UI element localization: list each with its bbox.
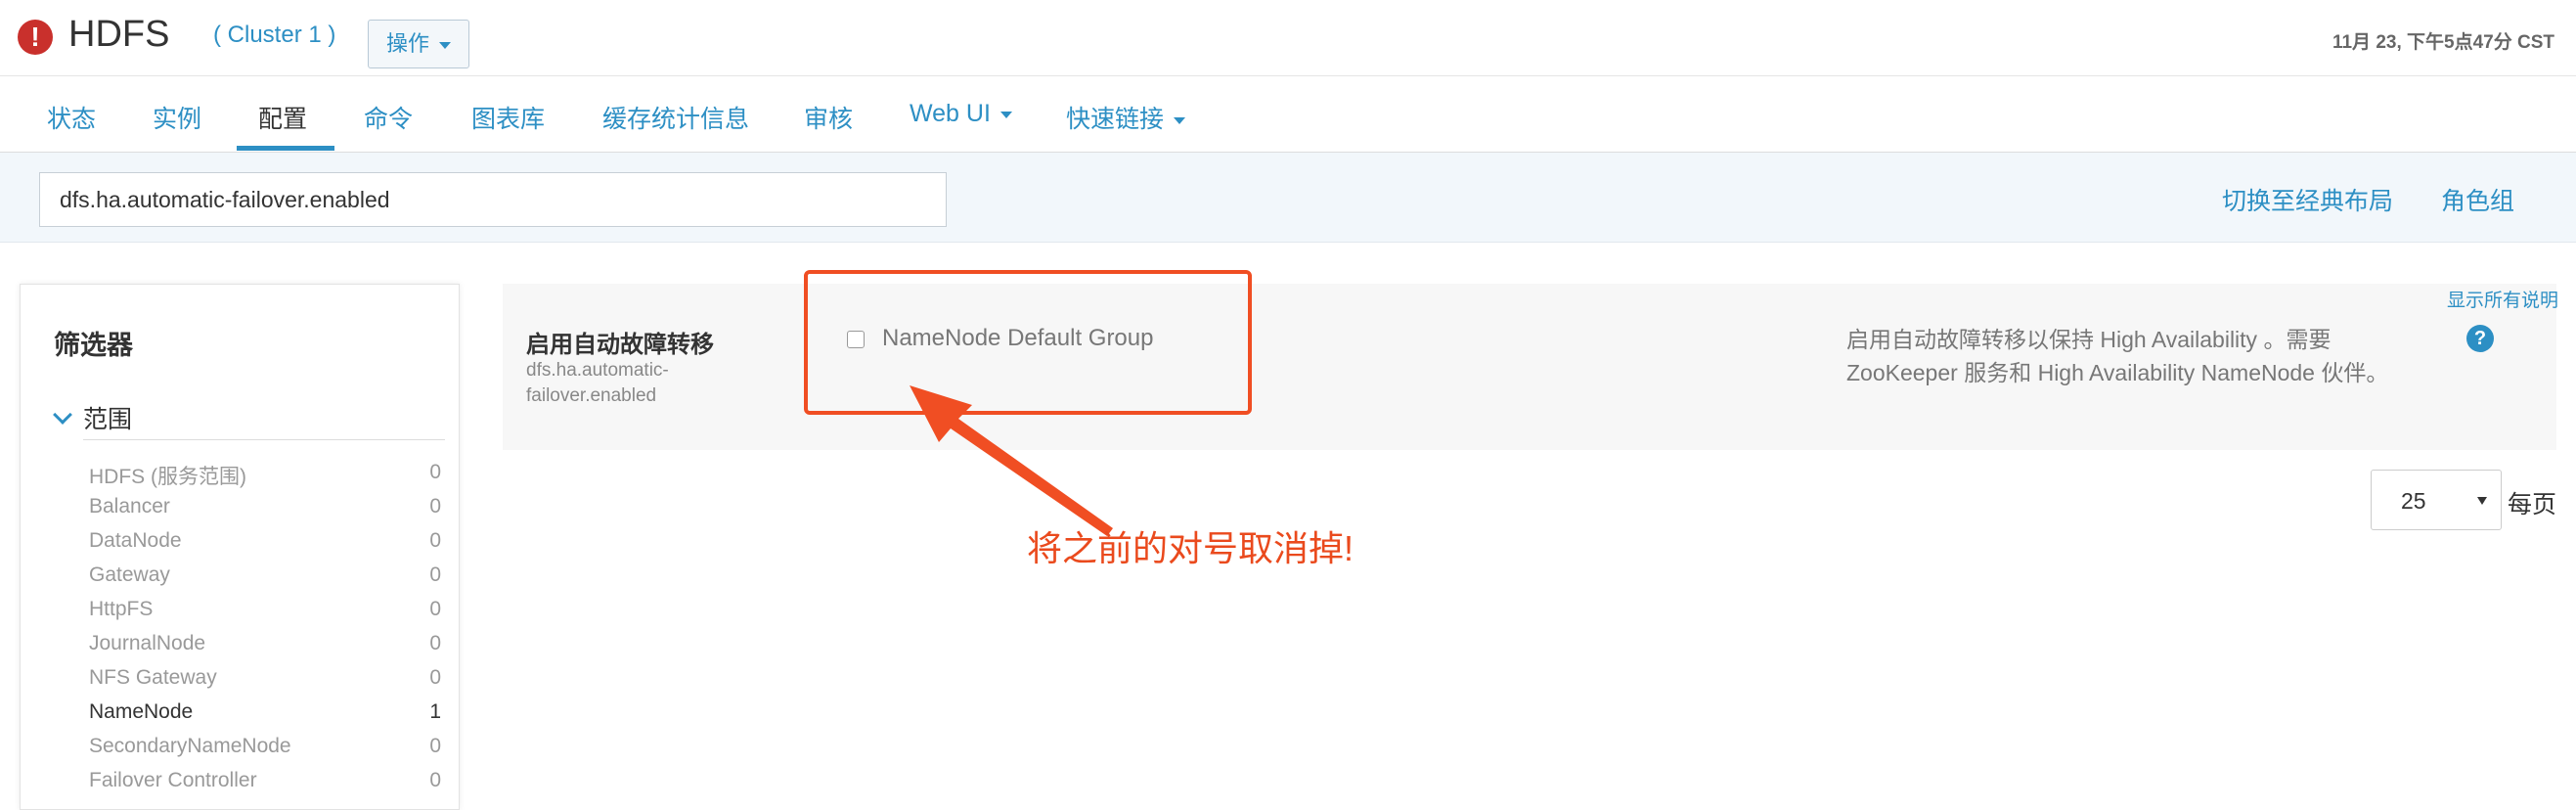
filter-item-count: 1 xyxy=(429,700,441,723)
tab-bar: 状态 实例 配置 命令 图表库 缓存统计信息 审核 Web UI 快速链接 xyxy=(0,76,2576,153)
search-toolbar: 切换至经典布局 角色组 xyxy=(0,153,2576,243)
tab-quick-links-label: 快速链接 xyxy=(1066,106,1165,133)
filter-item-count: 0 xyxy=(429,769,441,791)
actions-label: 操作 xyxy=(385,31,429,56)
filter-item-label: JournalNode xyxy=(89,632,206,654)
divider xyxy=(83,439,445,440)
filter-item-count: 0 xyxy=(429,495,441,518)
chevron-down-icon xyxy=(439,41,451,49)
tab-web-ui-label: Web UI xyxy=(910,100,991,127)
filter-item-label: DataNode xyxy=(89,529,182,552)
alert-icon[interactable]: ! xyxy=(18,20,53,55)
chevron-down-icon[interactable] xyxy=(53,405,72,425)
filter-item-failover-controller[interactable]: Failover Controller 0 xyxy=(89,769,441,802)
annotation-text: 将之前的对号取消掉! xyxy=(1027,528,1355,568)
role-groups-link[interactable]: 角色组 xyxy=(2441,182,2514,217)
config-search-input[interactable] xyxy=(39,172,947,227)
help-icon[interactable]: ? xyxy=(2466,325,2494,352)
tab-configuration[interactable]: 配置 xyxy=(258,100,307,135)
tab-commands[interactable]: 命令 xyxy=(364,100,413,135)
show-all-descriptions-link[interactable]: 显示所有说明 xyxy=(2447,286,2558,312)
tab-charts-library[interactable]: 图表库 xyxy=(471,100,545,135)
active-tab-indicator xyxy=(237,146,334,151)
filter-title: 筛选器 xyxy=(54,331,133,360)
filter-item-label: NameNode xyxy=(89,700,194,723)
tab-cache-statistics[interactable]: 缓存统计信息 xyxy=(602,100,749,135)
filter-item-namenode[interactable]: NameNode 1 xyxy=(89,700,441,734)
per-page-value: 25 xyxy=(2401,488,2426,514)
filter-item-label: SecondaryNameNode xyxy=(89,735,291,757)
page-header: ! HDFS ( Cluster 1 ) 操作 11月 23, 下午5点47分 … xyxy=(0,0,2576,76)
filter-item-nfs-gateway[interactable]: NFS Gateway 0 xyxy=(89,666,441,699)
tab-status[interactable]: 状态 xyxy=(47,100,96,135)
tab-web-ui[interactable]: Web UI xyxy=(910,100,1012,128)
per-page-select[interactable]: 25 xyxy=(2371,470,2502,530)
chevron-down-icon xyxy=(1174,116,1186,124)
filter-item-count: 0 xyxy=(429,666,441,689)
filter-item-datanode[interactable]: DataNode 0 xyxy=(89,529,441,562)
filter-item-balancer[interactable]: Balancer 0 xyxy=(89,495,441,528)
filter-item-hdfs-service[interactable]: HDFS (服务范围) 0 xyxy=(89,461,441,494)
chevron-down-icon xyxy=(999,111,1012,118)
filter-item-secondarynamenode[interactable]: SecondaryNameNode 0 xyxy=(89,735,441,768)
property-description: 启用自动故障转移以保持 High Availability 。需要 ZooKee… xyxy=(1846,327,2389,385)
property-key: dfs.ha.automatic-failover.enabled xyxy=(526,360,669,406)
filter-item-label: Balancer xyxy=(89,495,170,518)
filter-item-journalnode[interactable]: JournalNode 0 xyxy=(89,632,441,665)
filter-item-label: NFS Gateway xyxy=(89,666,217,689)
tab-instances[interactable]: 实例 xyxy=(153,100,201,135)
filter-item-count: 0 xyxy=(429,563,441,586)
filter-item-count: 0 xyxy=(429,598,441,620)
filter-item-label: Gateway xyxy=(89,563,170,586)
filter-item-gateway[interactable]: Gateway 0 xyxy=(89,563,441,597)
filter-panel: 筛选器 范围 HDFS (服务范围) 0 Balancer 0 DataNode 0 … xyxy=(20,284,460,810)
property-display-name: 启用自动故障转移 xyxy=(526,332,714,358)
dropdown-arrow-icon xyxy=(2477,497,2487,505)
cluster-link[interactable]: ( Cluster 1 ) xyxy=(213,22,335,49)
filter-item-count: 0 xyxy=(429,735,441,757)
filter-item-count: 0 xyxy=(429,461,441,483)
tab-audits[interactable]: 审核 xyxy=(804,100,853,135)
service-title: HDFS xyxy=(68,14,170,55)
filter-item-httpfs[interactable]: HttpFS 0 xyxy=(89,598,441,631)
tab-quick-links[interactable]: 快速链接 xyxy=(1066,100,1186,135)
actions-dropdown-button[interactable]: 操作 xyxy=(368,20,469,68)
per-page-label: 每页 xyxy=(2508,491,2557,518)
scope-section-label[interactable]: 范围 xyxy=(83,400,132,435)
filter-item-label: HDFS (服务范围) xyxy=(89,466,246,488)
timestamp: 11月 23, 下午5点47分 CST xyxy=(2332,32,2554,53)
filter-item-count: 0 xyxy=(429,632,441,654)
filter-item-label: HttpFS xyxy=(89,598,154,620)
filter-item-label: Failover Controller xyxy=(89,769,257,791)
filter-item-count: 0 xyxy=(429,529,441,552)
switch-classic-layout-link[interactable]: 切换至经典布局 xyxy=(2222,182,2393,217)
